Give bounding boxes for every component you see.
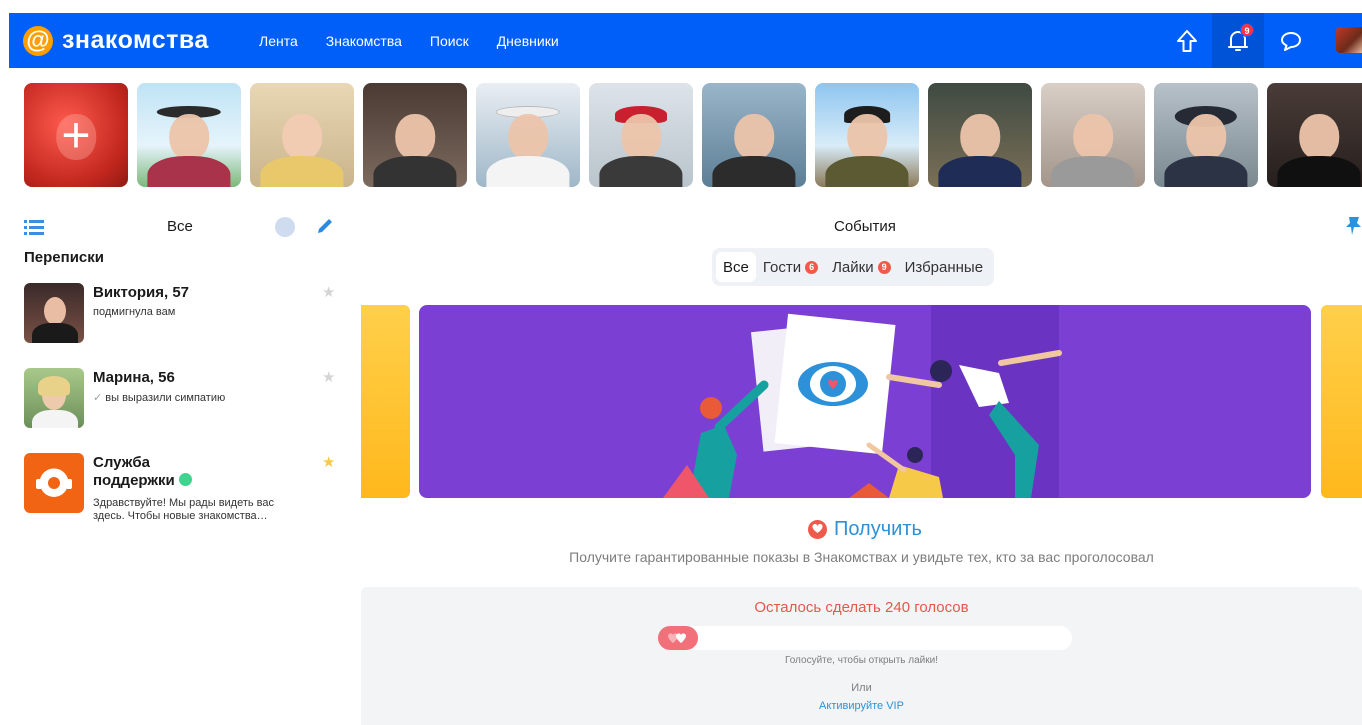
- avatar: [24, 283, 84, 343]
- online-indicator: [178, 473, 192, 486]
- logo-at-icon: @: [23, 25, 53, 56]
- promo-banner[interactable]: [419, 305, 1311, 498]
- chat-name: Служба поддержки: [93, 454, 175, 489]
- add-story-button[interactable]: +: [24, 83, 128, 187]
- banner-illustration: [663, 305, 1062, 498]
- story-item[interactable]: [1154, 83, 1258, 187]
- avatar: [24, 368, 84, 428]
- votes-panel: Осталось сделать 240 голосов Голосуйте, …: [361, 587, 1362, 725]
- notifications-button[interactable]: 9: [1212, 13, 1264, 68]
- conversations-title: Переписки: [24, 249, 104, 266]
- story-item[interactable]: [1267, 83, 1362, 187]
- promo-description: Получите гарантированные показы в Знаком…: [569, 549, 1154, 565]
- arrow-up-icon: [1176, 29, 1197, 52]
- chat-item[interactable]: Виктория, 57 подмигнула вам ★: [24, 283, 344, 343]
- chat-item[interactable]: Марина, 56 ✓ вы выразили симпатию ★: [24, 368, 344, 428]
- stories-row: +: [24, 83, 1362, 187]
- heart-icon: [808, 519, 827, 539]
- votes-progress-fill: [658, 626, 698, 650]
- conversations-toolbar: Все: [24, 214, 334, 240]
- nav-feed[interactable]: Лента: [259, 33, 298, 49]
- pencil-icon[interactable]: [316, 217, 334, 235]
- story-item[interactable]: [815, 83, 919, 187]
- list-icon[interactable]: [24, 219, 44, 235]
- nav-dating[interactable]: Знакомства: [326, 33, 402, 49]
- votes-hint: Голосуйте, чтобы открыть лайки!: [784, 655, 939, 666]
- tab-all[interactable]: Все: [716, 252, 756, 282]
- events-title: События: [834, 218, 896, 235]
- story-item[interactable]: [476, 83, 580, 187]
- or-label: Или: [851, 682, 872, 694]
- notifications-badge: 9: [1240, 23, 1254, 37]
- likes-count-badge: 9: [877, 260, 891, 274]
- chat-name-row: Служба поддержки: [93, 454, 233, 490]
- story-item[interactable]: [250, 83, 354, 187]
- double-check-icon: ✓: [93, 392, 103, 404]
- story-item[interactable]: [1041, 83, 1145, 187]
- chat-message-row: ✓ вы выразили симпатию: [93, 392, 225, 405]
- get-label: Получить: [834, 517, 922, 540]
- star-icon[interactable]: ★: [322, 283, 335, 301]
- filter-dropdown[interactable]: Все: [167, 218, 193, 235]
- arrow-up-button[interactable]: [1164, 13, 1209, 68]
- chat-name: Марина, 56: [93, 369, 175, 386]
- star-icon[interactable]: ★: [322, 368, 335, 386]
- banner-next-slide[interactable]: [1321, 305, 1362, 498]
- votes-remaining: Осталось сделать 240 голосов: [754, 599, 969, 616]
- tab-guests[interactable]: Гости 6: [756, 252, 825, 282]
- tab-likes[interactable]: Лайки 9: [825, 252, 898, 282]
- main-nav: Лента Знакомства Поиск Дневники: [259, 13, 559, 68]
- votes-progress-bar: [658, 626, 1072, 650]
- user-avatar[interactable]: [1336, 27, 1362, 53]
- story-item[interactable]: [589, 83, 693, 187]
- headset-icon: [36, 468, 72, 497]
- tab-favorites[interactable]: Избранные: [898, 252, 990, 282]
- nav-diaries[interactable]: Дневники: [497, 33, 559, 49]
- plus-icon: +: [61, 107, 91, 163]
- support-avatar: [24, 453, 84, 513]
- chat-message: Здравствуйте! Мы рады видеть вас здесь. …: [93, 497, 275, 522]
- chat-message: подмигнула вам: [93, 306, 176, 318]
- story-item[interactable]: [928, 83, 1032, 187]
- chat-message: вы выразили симпатию: [105, 392, 226, 404]
- top-header: @ знакомства Лента Знакомства Поиск Днев…: [9, 13, 1362, 68]
- chat-name: Виктория, 57: [93, 284, 190, 301]
- site-logo[interactable]: @ знакомства: [23, 24, 209, 57]
- story-item[interactable]: [702, 83, 806, 187]
- get-button[interactable]: Получить: [808, 517, 922, 541]
- guests-count-badge: 6: [805, 260, 819, 274]
- story-item[interactable]: [363, 83, 467, 187]
- banner-prev-slide[interactable]: [361, 305, 410, 498]
- chat-bubble-icon: [1281, 31, 1301, 51]
- pin-icon[interactable]: [1345, 216, 1362, 236]
- hearts-icon: [668, 633, 686, 643]
- messages-button[interactable]: [1271, 13, 1311, 68]
- story-item[interactable]: [137, 83, 241, 187]
- events-tabs: Все Гости 6 Лайки 9 Избранные: [712, 248, 995, 286]
- nav-search[interactable]: Поиск: [430, 33, 469, 49]
- logo-text: знакомства: [62, 26, 209, 54]
- status-toggle[interactable]: [275, 217, 295, 237]
- star-icon[interactable]: ★: [322, 453, 335, 471]
- chat-item[interactable]: Служба поддержки Здравствуйте! Мы рады в…: [24, 453, 344, 533]
- activate-vip-link[interactable]: Активируйте VIP: [361, 700, 1362, 712]
